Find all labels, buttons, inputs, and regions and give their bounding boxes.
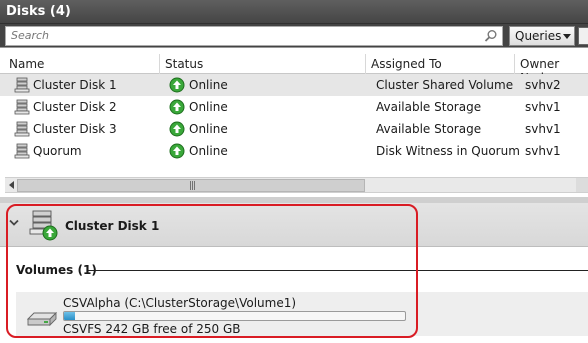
disk-assigned-to: Cluster Shared Volume bbox=[376, 78, 514, 92]
volume-usage-fill bbox=[64, 312, 75, 320]
disk-owner-node: svhv1 bbox=[525, 100, 561, 114]
search-input[interactable]: Search bbox=[5, 26, 503, 46]
disk-name: Cluster Disk 1 bbox=[33, 78, 117, 92]
disk-owner-node: svhv1 bbox=[525, 122, 561, 136]
cluster-disk-icon bbox=[14, 143, 30, 159]
horizontal-scrollbar[interactable]: ||| bbox=[5, 177, 588, 193]
online-status-icon bbox=[169, 121, 185, 137]
drive-icon bbox=[26, 311, 58, 327]
queries-label: Queries bbox=[515, 29, 562, 43]
column-divider[interactable] bbox=[365, 54, 366, 74]
volume-usage-bar bbox=[63, 311, 406, 321]
disk-assigned-to: Available Storage bbox=[376, 100, 482, 114]
disk-owner-node: svhv2 bbox=[525, 78, 561, 92]
table-row[interactable]: Cluster Disk 2 Online Available Storage … bbox=[0, 96, 588, 118]
section-divider bbox=[88, 270, 588, 271]
search-toolbar: Search Queries bbox=[0, 24, 588, 48]
cluster-disk-online-icon bbox=[29, 210, 58, 241]
scroll-left-icon[interactable] bbox=[9, 181, 14, 189]
detail-header: Cluster Disk 1 bbox=[0, 203, 588, 247]
disk-status: Online bbox=[189, 78, 228, 92]
column-header-assigned-to[interactable]: Assigned To bbox=[371, 57, 442, 71]
search-icon[interactable] bbox=[484, 29, 498, 43]
volume-name: CSVAlpha (C:\ClusterStorage\Volume1) bbox=[63, 296, 297, 310]
cluster-disk-icon bbox=[14, 99, 30, 115]
column-header-status[interactable]: Status bbox=[165, 57, 203, 71]
chevron-down-icon[interactable] bbox=[9, 219, 19, 227]
disk-name: Quorum bbox=[33, 144, 82, 158]
panel-title: Disks (4) bbox=[0, 0, 588, 24]
online-status-icon bbox=[169, 143, 185, 159]
chevron-down-icon bbox=[563, 34, 571, 39]
column-divider[interactable] bbox=[159, 54, 160, 74]
scrollbar-track-end[interactable] bbox=[576, 178, 588, 192]
disk-status: Online bbox=[189, 144, 228, 158]
table-header: Name Status Assigned To Owner Node bbox=[0, 54, 588, 85]
column-divider[interactable] bbox=[514, 54, 515, 74]
disk-assigned-to: Available Storage bbox=[376, 122, 482, 136]
volume-info: CSVFS 242 GB free of 250 GB bbox=[63, 322, 241, 336]
save-query-icon[interactable] bbox=[578, 27, 588, 45]
grip-icon: ||| bbox=[189, 181, 196, 191]
scrollbar-thumb[interactable]: ||| bbox=[17, 179, 365, 192]
detail-title: Cluster Disk 1 bbox=[65, 219, 160, 233]
online-status-icon bbox=[169, 77, 185, 93]
disk-status: Online bbox=[189, 100, 228, 114]
disk-assigned-to: Disk Witness in Quorum bbox=[376, 144, 520, 158]
disk-name: Cluster Disk 2 bbox=[33, 100, 117, 114]
table-row[interactable]: Cluster Disk 1 Online Cluster Shared Vol… bbox=[0, 74, 588, 96]
disk-name: Cluster Disk 3 bbox=[33, 122, 117, 136]
online-status-icon bbox=[169, 99, 185, 115]
column-header-name[interactable]: Name bbox=[9, 57, 44, 71]
cluster-disk-icon bbox=[14, 77, 30, 93]
volume-item[interactable]: CSVAlpha (C:\ClusterStorage\Volume1) CSV… bbox=[16, 292, 588, 336]
cluster-disk-icon bbox=[14, 121, 30, 137]
queries-button[interactable]: Queries bbox=[509, 26, 575, 46]
table-row[interactable]: Cluster Disk 3 Online Available Storage … bbox=[0, 118, 588, 140]
table-row[interactable]: Quorum Online Disk Witness in Quorum svh… bbox=[0, 140, 588, 162]
disk-status: Online bbox=[189, 122, 228, 136]
search-placeholder: Search bbox=[11, 29, 50, 42]
disk-owner-node: svhv1 bbox=[525, 144, 561, 158]
